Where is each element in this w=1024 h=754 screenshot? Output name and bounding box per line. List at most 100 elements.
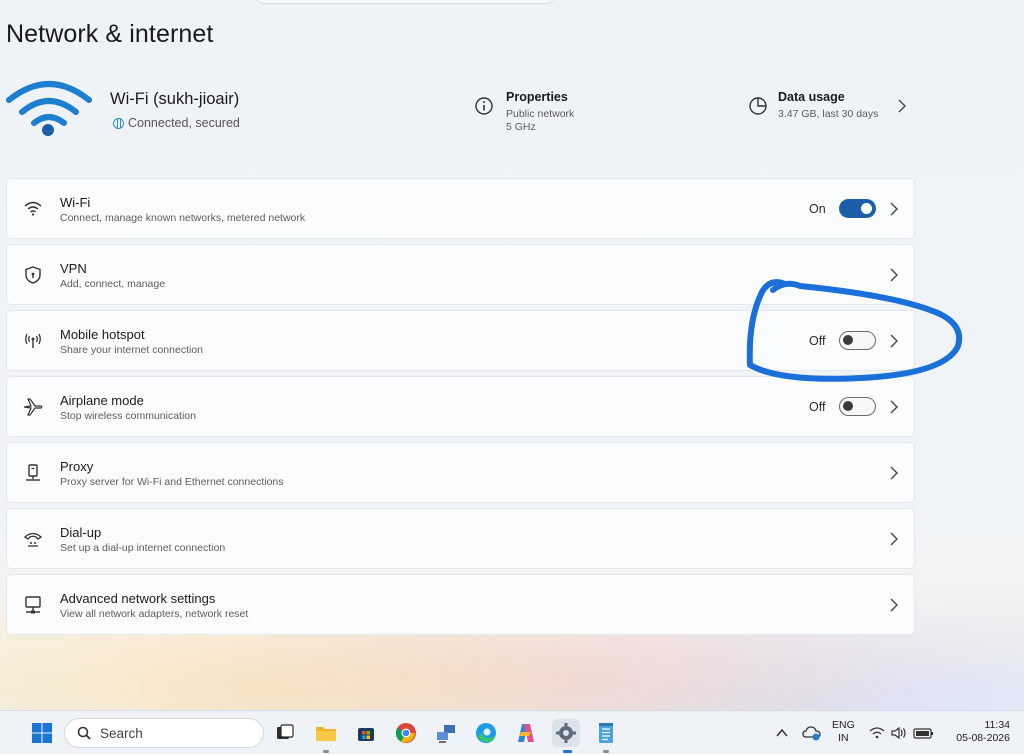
vpn-shield-icon: [25, 266, 41, 284]
properties-network-type: Public network: [506, 108, 575, 120]
chevron-right-icon: [890, 268, 898, 282]
settings-row-title: Wi-Fi: [60, 195, 91, 210]
vpn-tray-button[interactable]: [798, 719, 826, 747]
clock[interactable]: 11:34 05-08-2026: [946, 719, 1010, 745]
settings-row-subtitle: View all network adapters, network reset: [60, 608, 249, 620]
toggle-state-label: Off: [809, 334, 826, 348]
network-status-text: Connected, secured: [128, 116, 240, 130]
proxy-icon: [26, 464, 40, 481]
mobile-hotspot-toggle[interactable]: [839, 331, 876, 350]
toggle-state-label: On: [809, 202, 826, 216]
wifi-connected-icon: [6, 81, 92, 136]
settings-row-mobile-hotspot[interactable]: Mobile hotspot Share your internet conne…: [6, 310, 915, 371]
running-indicator: [323, 750, 329, 753]
toggle-knob: [843, 335, 853, 345]
search-placeholder: Search: [100, 725, 143, 741]
data-usage-title: Data usage: [778, 90, 845, 104]
toggle-knob: [843, 401, 853, 411]
settings-row-subtitle: Connect, manage known networks, metered …: [60, 212, 306, 224]
edge-icon: [476, 723, 496, 743]
advanced-network-icon: [25, 596, 41, 614]
settings-search-box-edge[interactable]: [255, 0, 555, 4]
search-icon: [77, 726, 91, 740]
settings-row-title: Proxy: [60, 459, 94, 474]
file-explorer-button[interactable]: [312, 719, 340, 747]
airplane-mode-toggle[interactable]: [839, 397, 876, 416]
store-icon: [358, 728, 374, 741]
chevron-right-icon[interactable]: [897, 98, 907, 114]
toggle-state-label: Off: [809, 400, 826, 414]
copilot-icon: [518, 724, 534, 742]
settings-row-title: Mobile hotspot: [60, 327, 145, 342]
copilot-button[interactable]: [512, 719, 540, 747]
info-icon: [475, 97, 493, 115]
chevron-right-icon: [890, 532, 898, 546]
settings-row-subtitle: Share your internet connection: [60, 344, 204, 356]
settings-row-title: Dial-up: [60, 525, 102, 540]
network-volume-battery-icons: [869, 726, 934, 740]
settings-row-subtitle: Stop wireless communication: [60, 410, 196, 422]
folder-icon: [316, 727, 336, 741]
chevron-right-icon: [890, 202, 898, 216]
network-status: Connected, secured: [113, 116, 240, 130]
settings-row-subtitle: Add, connect, manage: [60, 278, 166, 290]
settings-row-dial-up[interactable]: Dial-up Set up a dial-up internet connec…: [6, 508, 915, 569]
hotspot-icon: [25, 333, 41, 348]
quick-settings-button[interactable]: [866, 719, 938, 747]
settings-row-title: Advanced network settings: [60, 591, 216, 606]
store-button[interactable]: [352, 719, 380, 747]
running-indicator: [603, 750, 609, 753]
chevron-right-icon: [890, 466, 898, 480]
toggle-knob: [861, 203, 872, 214]
language-code: ENG: [832, 719, 855, 731]
chevron-right-icon: [890, 334, 898, 348]
settings-row-subtitle: Proxy server for Wi-Fi and Ethernet conn…: [60, 476, 284, 488]
settings-row-advanced-network[interactable]: Advanced network settings View all netwo…: [6, 574, 915, 635]
chrome-icon: [395, 723, 416, 743]
start-button[interactable]: [28, 719, 56, 747]
network-name: Wi-Fi (sukh-jioair): [110, 90, 240, 108]
data-usage-link[interactable]: Data usage 3.47 GB, last 30 days: [748, 90, 878, 121]
settings-row-title: VPN: [60, 261, 87, 276]
clock-time: 11:34: [984, 719, 1011, 731]
dialup-icon: [23, 532, 43, 547]
taskbar: Search ENG IN 11:34 05-08-2026: [0, 710, 1024, 754]
cloud-status-icon: [802, 726, 821, 741]
language-region: IN: [838, 732, 849, 744]
language-indicator[interactable]: ENG IN: [832, 719, 855, 745]
windows-logo-icon: [32, 723, 52, 743]
notepad-button[interactable]: [592, 719, 620, 747]
settings-row-title: Airplane mode: [60, 393, 144, 408]
settings-app-button[interactable]: [552, 719, 580, 747]
chrome-button[interactable]: [392, 719, 420, 747]
chevron-right-icon: [890, 400, 898, 414]
chevron-right-icon: [890, 598, 898, 612]
settings-row-wifi[interactable]: Wi-Fi Connect, manage known networks, me…: [6, 178, 915, 239]
settings-row-vpn[interactable]: VPN Add, connect, manage: [6, 244, 915, 305]
active-app-indicator: [563, 750, 572, 753]
settings-row-subtitle: Set up a dial-up internet connection: [60, 542, 226, 554]
remote-desktop-button[interactable]: [432, 719, 460, 747]
task-view-icon: [277, 724, 294, 739]
wifi-toggle[interactable]: [839, 199, 876, 218]
properties-title: Properties: [506, 90, 568, 104]
network-computers-icon: [437, 725, 455, 743]
properties-link[interactable]: Properties Public network 5 GHz: [474, 90, 574, 134]
task-view-button[interactable]: [271, 719, 299, 747]
settings-row-airplane-mode[interactable]: Airplane mode Stop wireless communicatio…: [6, 376, 915, 437]
clock-date: 05-08-2026: [956, 732, 1010, 744]
show-hidden-icons-button[interactable]: [768, 719, 796, 747]
notepad-icon: [599, 723, 613, 743]
wifi-icon: [24, 201, 42, 216]
data-usage-detail: 3.47 GB, last 30 days: [778, 108, 879, 120]
page-title: Network & internet: [6, 20, 214, 48]
gear-icon: [556, 723, 576, 743]
settings-row-proxy[interactable]: Proxy Proxy server for Wi-Fi and Etherne…: [6, 442, 915, 503]
globe-icon: [113, 117, 124, 129]
properties-band: 5 GHz: [506, 121, 536, 133]
data-usage-icon: [749, 97, 767, 115]
airplane-icon: [23, 398, 43, 416]
edge-button[interactable]: [472, 719, 500, 747]
chevron-up-icon: [776, 728, 788, 737]
taskbar-search-box[interactable]: Search: [64, 718, 264, 748]
